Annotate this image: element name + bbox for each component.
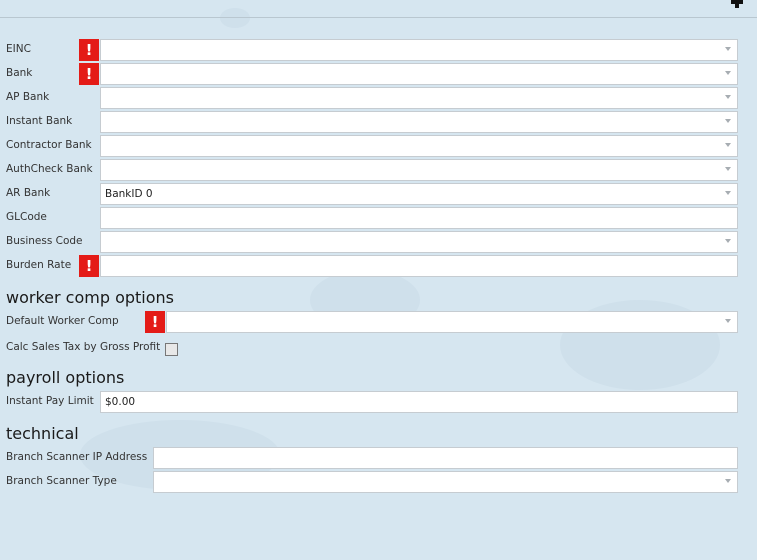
scanner-ip-input[interactable] bbox=[153, 447, 738, 469]
contractor-bank-label: Contractor Bank bbox=[6, 139, 92, 151]
burden-rate-input[interactable] bbox=[100, 255, 738, 277]
required-alert-icon: ! bbox=[79, 39, 99, 61]
chevron-down-icon bbox=[166, 311, 738, 333]
scanner-ip-label: Branch Scanner IP Address bbox=[6, 451, 148, 463]
chevron-down-icon bbox=[100, 159, 738, 181]
bank-label: Bank bbox=[6, 67, 33, 79]
chevron-down-icon bbox=[100, 63, 738, 85]
chevron-down-icon bbox=[100, 183, 738, 205]
required-alert-icon: ! bbox=[79, 63, 99, 85]
ap-bank-label: AP Bank bbox=[6, 91, 50, 103]
chevron-down-icon bbox=[100, 111, 738, 133]
plus-icon[interactable] bbox=[731, 0, 743, 8]
einc-label: EINC bbox=[6, 43, 31, 55]
section-title-technical: technical bbox=[6, 424, 79, 443]
calc-sales-tax-checkbox[interactable] bbox=[165, 343, 178, 356]
ar-bank-label: AR Bank bbox=[6, 187, 51, 199]
calc-sales-tax-label: Calc Sales Tax by Gross Profit bbox=[6, 341, 161, 353]
chevron-down-icon bbox=[100, 87, 738, 109]
chevron-down-icon bbox=[100, 135, 738, 157]
glcode-label: GLCode bbox=[6, 211, 47, 223]
instant-pay-limit-label: Instant Pay Limit bbox=[6, 395, 94, 407]
default-worker-comp-label: Default Worker Comp bbox=[6, 315, 119, 327]
required-alert-icon: ! bbox=[145, 311, 165, 333]
section-title-worker-comp: worker comp options bbox=[6, 288, 174, 307]
authcheck-bank-label: AuthCheck Bank bbox=[6, 163, 93, 175]
scanner-type-label: Branch Scanner Type bbox=[6, 475, 117, 487]
chevron-down-icon bbox=[153, 471, 738, 493]
instant-pay-limit-input[interactable]: $0.00 bbox=[100, 391, 738, 413]
section-title-payroll: payroll options bbox=[6, 368, 125, 387]
instant-bank-label: Instant Bank bbox=[6, 115, 73, 127]
burden-rate-label: Burden Rate bbox=[6, 259, 72, 271]
glcode-input[interactable] bbox=[100, 207, 738, 229]
chevron-down-icon bbox=[100, 231, 738, 253]
chevron-down-icon bbox=[100, 39, 738, 61]
business-code-label: Business Code bbox=[6, 235, 83, 247]
header-divider bbox=[0, 0, 757, 18]
required-alert-icon: ! bbox=[79, 255, 99, 277]
